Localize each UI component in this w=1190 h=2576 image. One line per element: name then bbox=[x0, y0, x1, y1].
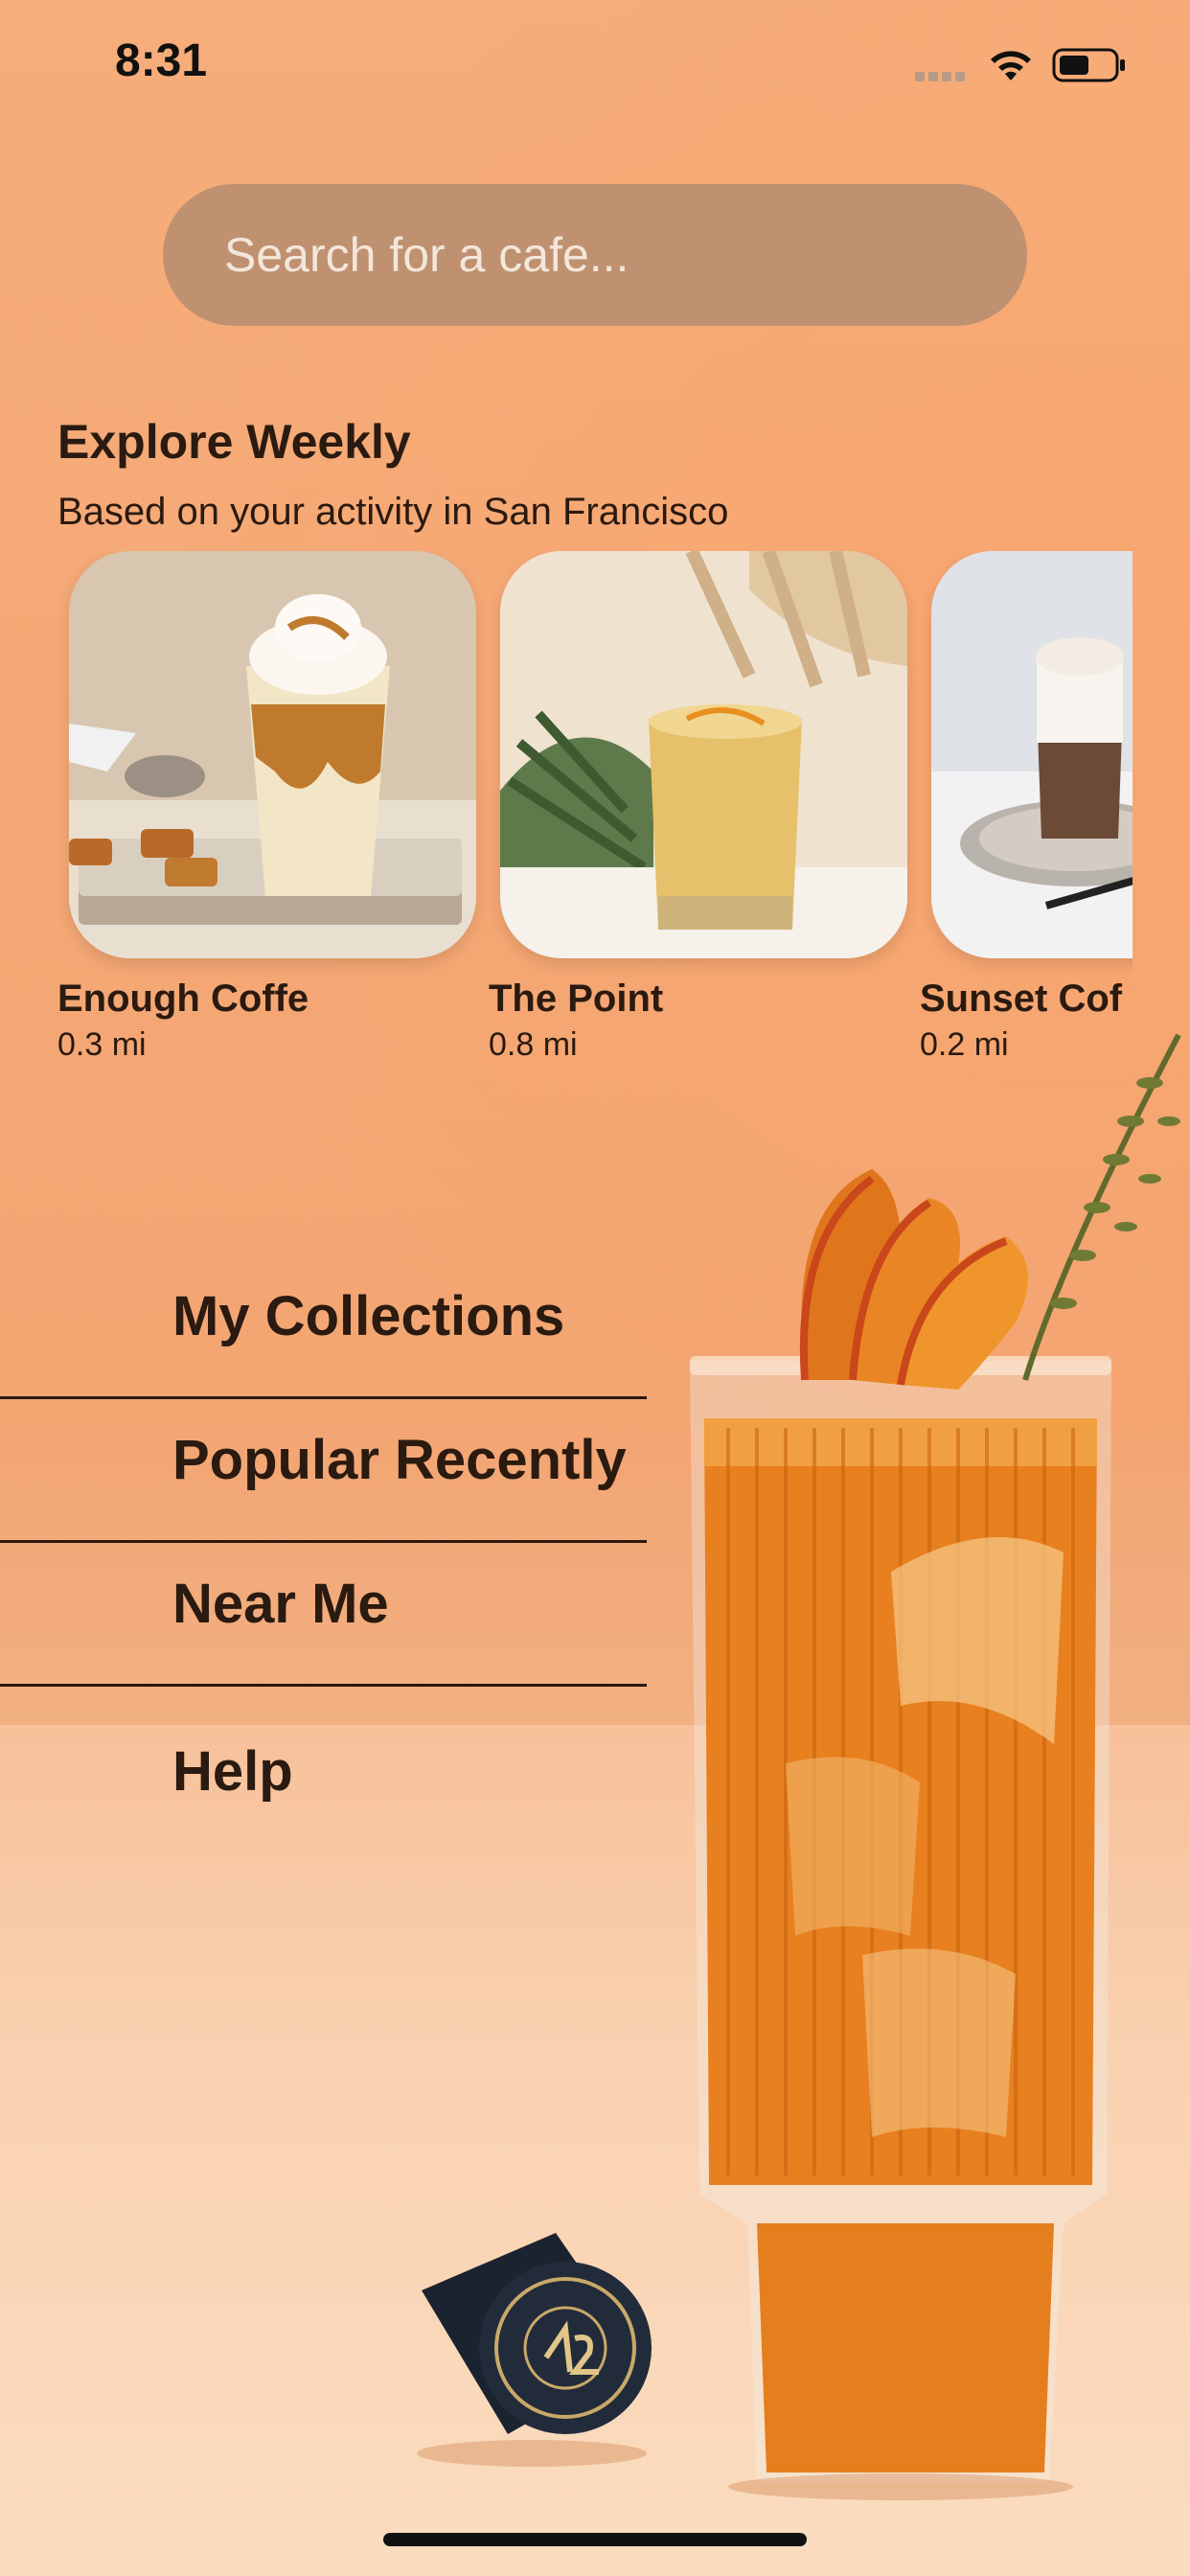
cafe-card-image[interactable] bbox=[69, 551, 476, 958]
search-bar[interactable] bbox=[163, 184, 1027, 326]
menu-item-label: Popular Recently bbox=[172, 1429, 627, 1491]
cafe-card-name: Enough Coffe bbox=[57, 978, 309, 1020]
status-bar: 8:31 bbox=[0, 0, 1190, 134]
cafe-card[interactable]: The Point 0.8 mi bbox=[489, 551, 910, 1064]
hero-drink-image bbox=[690, 1033, 1181, 2500]
bottle-cap-image bbox=[417, 2233, 652, 2467]
cafe-card-distance: 0.3 mi bbox=[57, 1026, 147, 1063]
cafe-card-name: Sunset Cof bbox=[920, 978, 1123, 1020]
menu-item-label: My Collections bbox=[172, 1285, 565, 1347]
cafe-card[interactable]: Enough Coffe 0.3 mi bbox=[57, 551, 479, 1064]
section-title: Explore Weekly bbox=[57, 415, 411, 469]
signal-icon bbox=[915, 69, 971, 81]
menu-list: My Collections Popular Recently Near Me … bbox=[0, 1255, 671, 1830]
menu-item-my-collections[interactable]: My Collections bbox=[0, 1255, 671, 1399]
home-indicator[interactable] bbox=[383, 2533, 807, 2546]
section-subtitle: Based on your activity in San Francisco bbox=[57, 491, 729, 533]
cafe-card-image[interactable] bbox=[500, 551, 907, 958]
menu-item-label: Near Me bbox=[172, 1573, 389, 1635]
cafe-card[interactable]: Sunset Cof 0.2 mi bbox=[920, 551, 1133, 1064]
wifi-icon bbox=[991, 51, 1031, 80]
menu-item-popular-recently[interactable]: Popular Recently bbox=[0, 1399, 671, 1543]
menu-item-help[interactable]: Help bbox=[0, 1687, 671, 1830]
menu-item-near-me[interactable]: Near Me bbox=[0, 1543, 671, 1687]
status-time: 8:31 bbox=[115, 35, 208, 86]
cafe-carousel[interactable]: Enough Coffe 0.3 mi The Point 0.8 mi Sun… bbox=[57, 551, 1133, 1088]
battery-icon bbox=[1052, 48, 1125, 82]
search-input[interactable] bbox=[222, 226, 973, 284]
menu-item-label: Help bbox=[172, 1740, 293, 1803]
cafe-card-name: The Point bbox=[489, 978, 664, 1020]
cafe-card-image[interactable] bbox=[931, 551, 1133, 958]
